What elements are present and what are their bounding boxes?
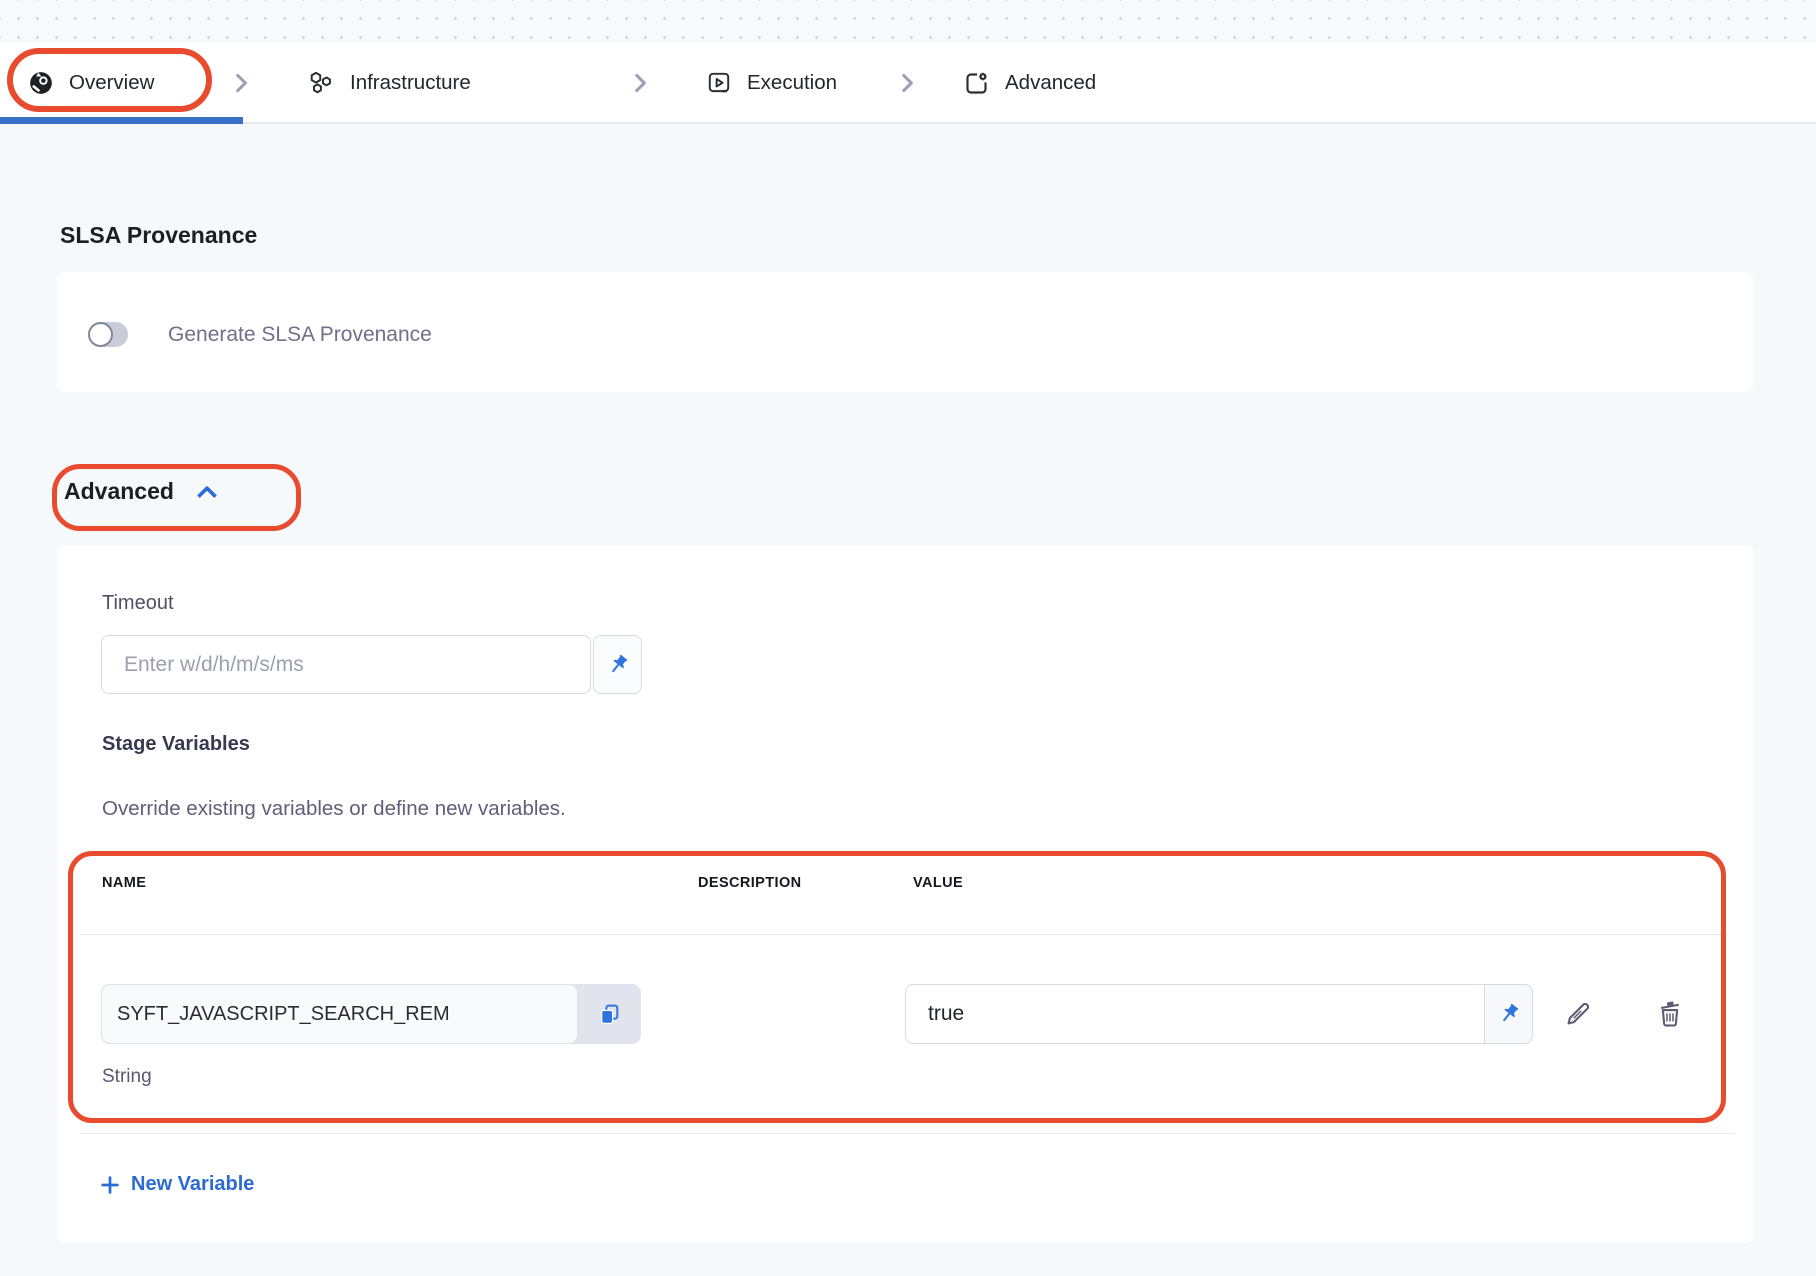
variable-type-label: String: [102, 1066, 152, 1088]
copy-icon[interactable]: [578, 984, 641, 1044]
timeout-input-type-pin-button[interactable]: [593, 635, 642, 694]
edit-pencil-icon[interactable]: [1557, 993, 1599, 1035]
tab-advanced[interactable]: Advanced: [963, 42, 1096, 124]
chevron-right-icon: [894, 42, 920, 124]
tab-execution-label: Execution: [747, 71, 837, 95]
table-bottom-divider: [80, 1133, 1735, 1134]
stage-tabbar: Overview Infrastructure Exec: [0, 42, 1816, 124]
advanced-heading-label: Advanced: [64, 478, 174, 505]
variable-name-input[interactable]: [101, 984, 578, 1044]
chevron-right-icon: [627, 42, 653, 124]
overview-icon: [28, 70, 54, 96]
tab-execution[interactable]: Execution: [706, 42, 837, 124]
execution-icon: [706, 70, 732, 96]
tab-infrastructure-label: Infrastructure: [350, 71, 471, 95]
new-variable-button[interactable]: New Variable: [99, 1173, 254, 1196]
column-header-name: NAME: [102, 875, 146, 891]
timeout-input[interactable]: [101, 635, 591, 694]
infrastructure-icon: [305, 69, 335, 97]
active-tab-indicator: [0, 117, 243, 124]
tab-infrastructure[interactable]: Infrastructure: [305, 42, 471, 124]
stage-variables-description: Override existing variables or define ne…: [102, 797, 566, 821]
stage-variables-heading: Stage Variables: [102, 733, 250, 756]
tab-overview-label: Overview: [69, 71, 154, 95]
advanced-gear-icon: [963, 70, 990, 97]
plus-icon: [99, 1174, 121, 1196]
toggle-thumb: [88, 322, 113, 347]
tab-overview[interactable]: Overview: [28, 42, 154, 124]
generate-slsa-toggle[interactable]: [88, 322, 128, 347]
chevron-up-icon: [192, 480, 222, 504]
slsa-provenance-card: Generate SLSA Provenance: [57, 272, 1754, 392]
timeout-label: Timeout: [102, 592, 174, 615]
table-header-divider: [80, 934, 1728, 935]
tab-advanced-label: Advanced: [1005, 71, 1096, 95]
advanced-section-toggle[interactable]: Advanced: [64, 478, 222, 505]
column-header-description: DESCRIPTION: [698, 875, 802, 891]
chevron-right-icon: [228, 42, 254, 124]
advanced-card: Timeout Stage Variables Override existin…: [57, 545, 1754, 1243]
pipeline-canvas-dots: [0, 0, 1816, 42]
variable-value-input[interactable]: [905, 984, 1485, 1044]
generate-slsa-toggle-label: Generate SLSA Provenance: [168, 323, 432, 347]
new-variable-label: New Variable: [131, 1173, 254, 1196]
slsa-provenance-heading: SLSA Provenance: [60, 222, 257, 249]
variable-name-field-group: [101, 984, 641, 1044]
value-input-type-pin-button[interactable]: [1484, 984, 1533, 1044]
column-header-value: VALUE: [913, 875, 963, 891]
trash-icon[interactable]: [1649, 993, 1691, 1035]
